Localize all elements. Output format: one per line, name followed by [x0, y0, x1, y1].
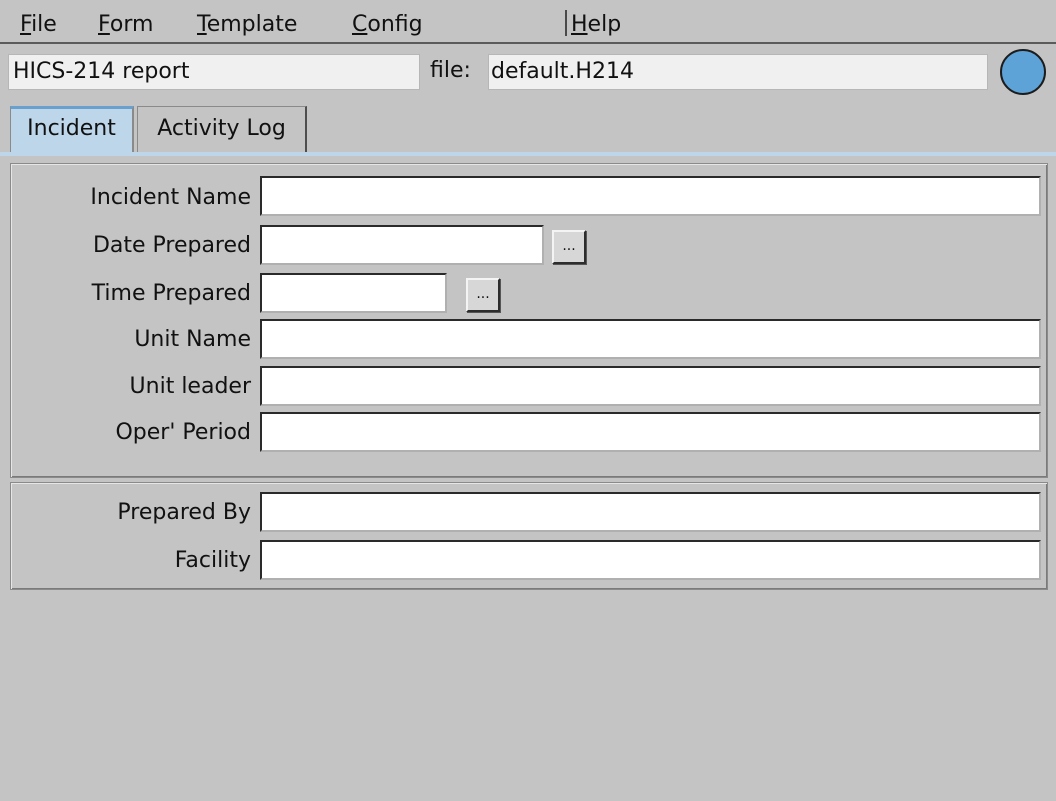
menu-help-mnemonic: H: [571, 12, 588, 37]
app-window: File Form Template Config Help HICS-214 …: [0, 0, 1056, 801]
tab-strip: Incident Activity Log: [0, 104, 1056, 154]
incident-details-panel: Incident Name Date Prepared ... Time Pre…: [10, 163, 1048, 478]
title-row: HICS-214 report file: default.H214: [0, 48, 1056, 98]
incident-name-input[interactable]: [260, 176, 1041, 216]
time-prepared-input[interactable]: [260, 273, 447, 313]
unit-name-input[interactable]: [260, 319, 1041, 359]
menu-bar: File Form Template Config Help: [0, 0, 1056, 44]
menu-config[interactable]: Config: [352, 12, 423, 38]
incident-name-label: Incident Name: [90, 185, 251, 210]
facility-label: Facility: [174, 548, 251, 573]
unit-leader-label: Unit leader: [129, 374, 251, 399]
menu-config-mnemonic: C: [352, 12, 368, 37]
menu-template-mnemonic: T: [197, 12, 207, 37]
menu-file-label: ile: [31, 12, 57, 37]
file-label: file:: [430, 58, 471, 83]
menu-help[interactable]: Help: [571, 12, 621, 38]
report-title: HICS-214 report: [8, 54, 420, 90]
unit-name-label: Unit Name: [134, 327, 251, 352]
preparer-panel: Prepared By Facility: [10, 482, 1048, 590]
menu-template-label: emplate: [206, 12, 298, 37]
menu-file-mnemonic: F: [20, 12, 32, 37]
menu-config-label: onfig: [367, 12, 423, 37]
menu-help-label: elp: [587, 12, 622, 37]
time-prepared-label: Time Prepared: [91, 281, 251, 306]
prepared-by-label: Prepared By: [117, 500, 251, 525]
menu-template[interactable]: Template: [197, 12, 297, 38]
file-name: default.H214: [488, 54, 988, 90]
facility-input[interactable]: [260, 540, 1041, 580]
menu-form-label: orm: [109, 12, 154, 37]
menu-form[interactable]: Form: [98, 12, 153, 38]
oper-period-label: Oper' Period: [115, 420, 251, 445]
date-prepared-label: Date Prepared: [92, 233, 251, 258]
time-picker-button[interactable]: ...: [466, 278, 500, 312]
date-prepared-input[interactable]: [260, 225, 544, 265]
tab-incident[interactable]: Incident: [10, 106, 134, 152]
menu-file[interactable]: File: [20, 12, 57, 38]
status-indicator-icon: [1000, 49, 1046, 95]
menu-separator: [565, 10, 567, 36]
date-picker-button[interactable]: ...: [552, 230, 586, 264]
tab-activity-log[interactable]: Activity Log: [137, 106, 307, 152]
tab-underline: [0, 152, 1056, 156]
prepared-by-input[interactable]: [260, 492, 1041, 532]
unit-leader-input[interactable]: [260, 366, 1041, 406]
menu-form-mnemonic: F: [98, 12, 110, 37]
oper-period-input[interactable]: [260, 412, 1041, 452]
